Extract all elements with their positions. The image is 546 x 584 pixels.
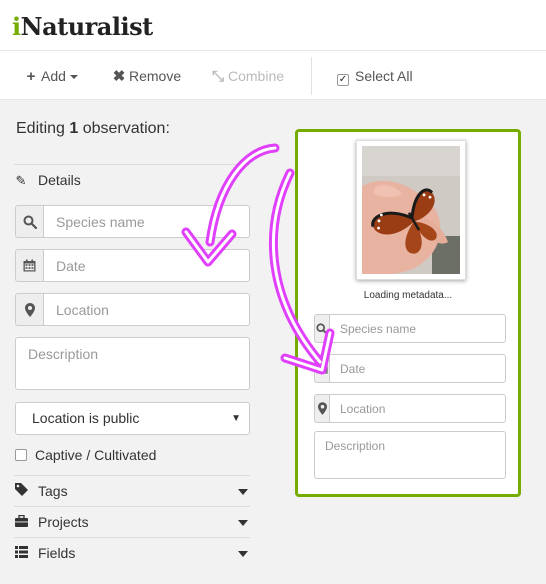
times-icon: ✖ <box>112 68 126 85</box>
caret-down-icon <box>69 75 78 80</box>
card-date-group <box>314 354 506 383</box>
card-location-input[interactable] <box>329 394 506 423</box>
date-input[interactable] <box>43 249 250 282</box>
add-button[interactable]: + Add <box>24 51 78 101</box>
description-textarea[interactable] <box>15 337 250 390</box>
butterfly-photo <box>362 146 460 274</box>
card-species-group <box>314 314 506 343</box>
toolbar-divider <box>311 57 312 95</box>
select-all-checkbox[interactable]: ✓ <box>337 74 349 86</box>
inaturalist-logo[interactable]: iNaturalist <box>12 12 153 42</box>
geoprivacy-select[interactable]: Location is public ▼ <box>15 402 250 435</box>
compress-icon: ⤡ <box>211 68 224 85</box>
map-marker-icon <box>15 293 43 326</box>
card-species-input[interactable] <box>329 314 506 343</box>
calendar-icon <box>15 249 43 282</box>
observation-photo[interactable] <box>356 140 466 280</box>
calendar-icon <box>314 354 329 383</box>
card-description-textarea[interactable] <box>314 431 506 479</box>
list-icon <box>14 538 28 569</box>
species-input-group <box>15 205 250 238</box>
search-icon <box>314 314 329 343</box>
section-fields[interactable]: Fields <box>14 537 250 568</box>
location-input-group <box>15 293 250 326</box>
section-tags[interactable]: Tags <box>14 475 250 506</box>
date-input-group <box>15 249 250 282</box>
toolbar: + Add ✖ Remove ⤡ Combine ✓ Select All <box>0 50 546 100</box>
editing-heading: Editing 1 observation: <box>16 120 170 137</box>
tag-icon <box>14 476 28 507</box>
briefcase-icon <box>14 507 28 538</box>
select-all-toggle[interactable]: ✓ Select All <box>337 51 413 101</box>
captive-checkbox[interactable] <box>15 449 27 461</box>
card-location-group <box>314 394 506 423</box>
caret-down-icon <box>238 551 248 557</box>
location-input[interactable] <box>43 293 250 326</box>
search-icon <box>15 205 43 238</box>
loading-status: Loading metadata... <box>363 290 453 301</box>
batch-edit-panel: Editing 1 observation: ✎Details Location… <box>0 100 546 584</box>
caret-down-icon <box>238 489 248 495</box>
section-details[interactable]: ✎ Details <box>14 164 250 195</box>
card-date-input[interactable] <box>329 354 506 383</box>
select-arrow-icon: ▼ <box>231 413 241 424</box>
captive-toggle[interactable]: Captive / Cultivated <box>15 447 156 463</box>
caret-down-icon <box>238 520 248 526</box>
map-marker-icon <box>314 394 329 423</box>
top-header: iNaturalist <box>0 0 546 50</box>
section-projects[interactable]: Projects <box>14 506 250 537</box>
species-name-input[interactable] <box>43 205 250 238</box>
combine-button[interactable]: ⤡ Combine <box>211 51 284 101</box>
observation-card[interactable]: Loading metadata... <box>295 129 521 497</box>
pencil-icon: ✎ <box>15 173 27 188</box>
plus-icon: + <box>26 68 36 85</box>
remove-button[interactable]: ✖ Remove <box>112 51 181 101</box>
